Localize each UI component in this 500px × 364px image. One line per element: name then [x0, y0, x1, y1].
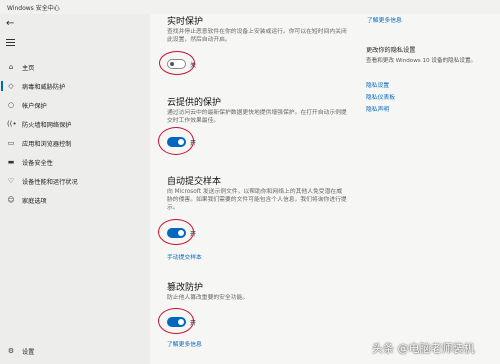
sample-submission-title: 自动提交样本 [167, 177, 222, 187]
cloud-protection-title: 云提供的保护 [167, 98, 222, 108]
security-center-window: Windows 安全中心 ← ⌂ 主页 ◇ 病毒和威胁防护 ○ 帐户保护 ((•… [0, 0, 500, 364]
sidebar-item-account-protection[interactable]: ○ 帐户保护 [0, 97, 150, 113]
sidebar-item-label: 主页 [22, 65, 35, 72]
manual-submit-link[interactable]: 手动提交样本 [167, 252, 202, 261]
home-icon: ⌂ [8, 63, 14, 71]
learn-more-link-top[interactable]: 了解更多信息 [367, 15, 402, 24]
annotation-circle [159, 51, 195, 75]
privacy-statement-link[interactable]: 隐私声明 [366, 104, 389, 113]
annotation-circle [158, 308, 194, 334]
privacy-dashboard-link[interactable]: 隐私仪表板 [366, 92, 395, 101]
sidebar-item-label: 防火墙和网络保护 [22, 122, 72, 129]
laptop-icon: ▬ [7, 158, 15, 166]
family-icon: ☺ [7, 196, 15, 204]
sidebar-item-label: 设备性能和运行状况 [22, 179, 78, 186]
sidebar-item-family-options[interactable]: ☺ 家庭选项 [0, 192, 150, 208]
sidebar-item-label: 帐户保护 [22, 103, 47, 110]
annotation-circle [158, 127, 194, 155]
app-window-icon: ▭ [7, 139, 15, 147]
back-arrow-icon[interactable]: ← [6, 19, 18, 29]
cloud-protection-desc: 通过访问云中的最新保护数据更快地提供增强保护。在打开自动示例提交时工作效果最佳。 [167, 110, 347, 124]
sidebar-item-device-performance[interactable]: ♡ 设备性能和运行状况 [0, 173, 150, 189]
wifi-icon: ((• [7, 120, 17, 128]
privacy-title: 更改你的隐私设置 [366, 47, 416, 54]
window-title: Windows 安全中心 [7, 5, 60, 12]
gear-icon: ⚙ [7, 347, 15, 355]
sidebar: ← ⌂ 主页 ◇ 病毒和威胁防护 ○ 帐户保护 ((• 防火墙和网络保护 ▭ 应… [0, 14, 150, 364]
tamper-protection-desc: 防止他人篡改重要的安全功能。 [167, 295, 249, 301]
sidebar-item-settings[interactable]: ⚙ 设置 [0, 343, 150, 359]
watermark: 头条 @电脑老师装机 [372, 342, 475, 355]
annotation-circle [158, 219, 194, 245]
sidebar-item-virus-protection[interactable]: ◇ 病毒和威胁防护 [0, 78, 150, 94]
realtime-protection-desc: 查找并停止恶意软件在你的设备上安装或运行。你可以在短时间内关闭此设置，然后自动开… [167, 29, 347, 43]
sidebar-item-firewall[interactable]: ((• 防火墙和网络保护 [0, 116, 150, 132]
sample-submission-desc: 向 Microsoft 发送示例文件，以帮助你和网络上的其他人免受潜在威胁的侵害… [167, 189, 347, 211]
sidebar-item-label: 应用和浏览器控制 [22, 141, 72, 148]
person-icon: ○ [7, 101, 15, 109]
privacy-text: 查看和更改 Windows 10 设备的隐私设置。 [366, 58, 477, 64]
sidebar-item-home[interactable]: ⌂ 主页 [0, 59, 150, 75]
tamper-learn-more-link[interactable]: 了解更多信息 [167, 339, 202, 348]
realtime-protection-title: 实时保护 [167, 17, 204, 27]
sidebar-item-app-browser-control[interactable]: ▭ 应用和浏览器控制 [0, 135, 150, 151]
sidebar-item-label: 家庭选项 [22, 198, 47, 205]
title-bar: Windows 安全中心 [0, 0, 500, 14]
sidebar-item-label: 设备安全性 [22, 160, 53, 167]
privacy-settings-link[interactable]: 隐私设置 [366, 80, 389, 89]
main-content: 了解更多信息 实时保护 查找并停止恶意软件在你的设备上安装或运行。你可以在短时间… [150, 14, 500, 364]
heart-icon: ♡ [7, 177, 15, 185]
sidebar-item-label: 病毒和威胁防护 [22, 84, 66, 91]
shield-icon: ◇ [8, 82, 14, 90]
tamper-protection-title: 篡改防护 [167, 283, 204, 293]
sidebar-item-device-security[interactable]: ▬ 设备安全性 [0, 154, 150, 170]
hamburger-menu-icon[interactable] [6, 39, 15, 46]
sidebar-item-label: 设置 [22, 349, 35, 356]
